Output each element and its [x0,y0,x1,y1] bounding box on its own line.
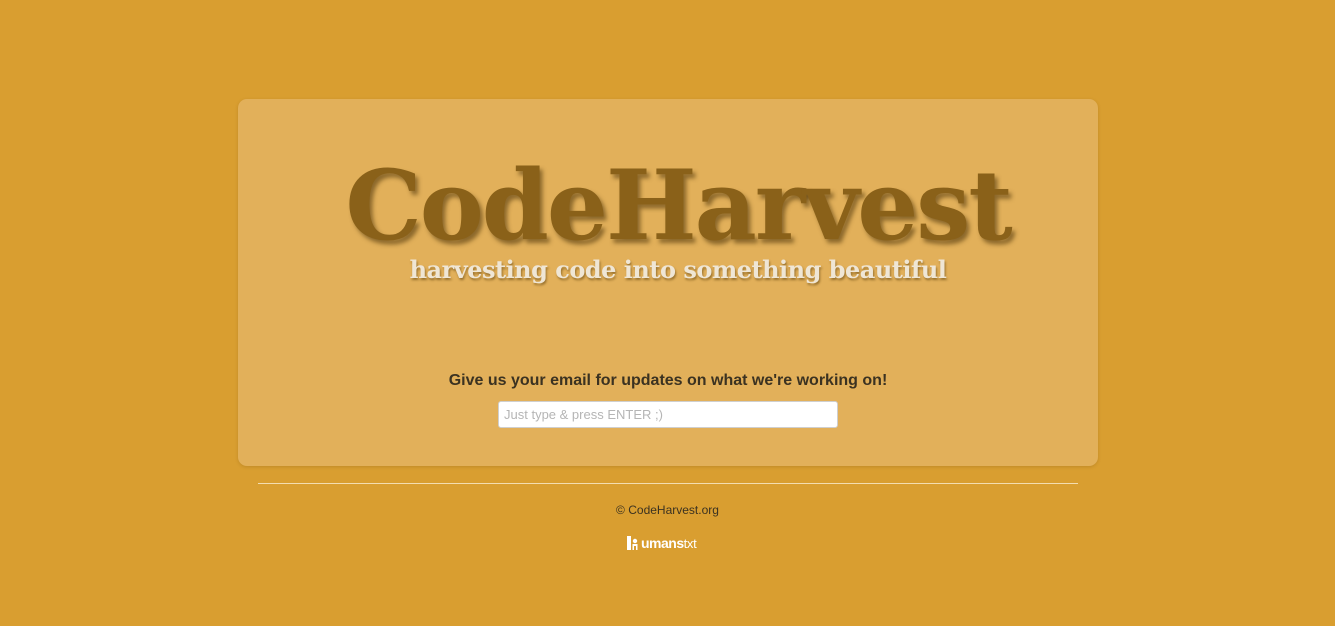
humans-txt-link[interactable]: umans txt [626,534,697,552]
site-tagline: harvesting code into something beautiful [409,255,947,284]
page: CodeHarvest harvesting code into somethi… [0,0,1335,626]
humans-txt-text: umans [641,535,684,551]
footer-divider [258,483,1078,484]
humans-person-icon [626,535,640,551]
copyright-text: © CodeHarvest.org [616,503,719,517]
site-logo: CodeHarvest [345,149,1012,262]
humans-txt-ext: txt [683,535,697,551]
email-input[interactable] [498,401,838,428]
signup-label: Give us your email for updates on what w… [448,372,888,389]
hero-card: CodeHarvest harvesting code into somethi… [238,99,1098,466]
